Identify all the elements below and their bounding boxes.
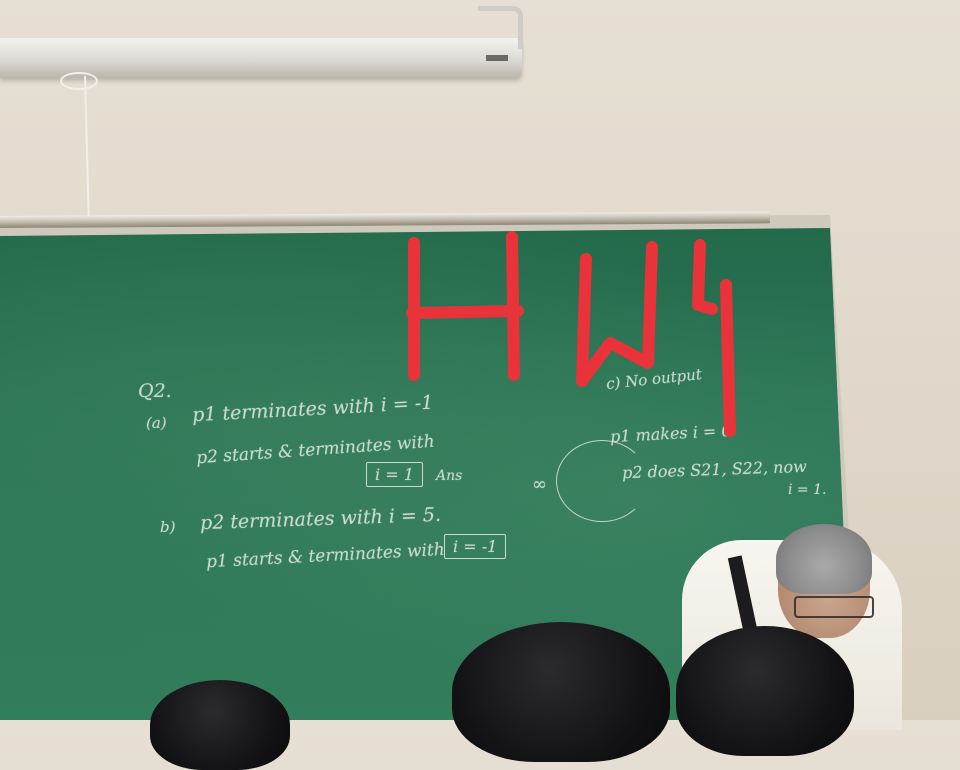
classroom-photo: Q2. (a) p1 terminates with i = -1 p2 sta… [0, 0, 960, 770]
part-a-ans-label: Ans [436, 468, 463, 484]
student-head-center [452, 622, 670, 762]
student-head-left [150, 680, 290, 770]
teacher-hair [776, 524, 872, 594]
part-b-label: b) [160, 518, 176, 536]
hw4-annotation [406, 231, 736, 437]
part-c-line-4: i = 1. [788, 482, 827, 498]
hw4-4-right-stroke [720, 279, 736, 437]
infinity-symbol: ∞ [532, 474, 547, 495]
projector-bracket [478, 6, 523, 49]
hw4-h-crossbar [406, 305, 524, 319]
hw4-w-stroke [576, 241, 658, 387]
part-a-label: (a) [146, 414, 167, 432]
hw4-4-left-stroke [692, 239, 718, 315]
hw4-h-right-stroke [506, 231, 520, 381]
projector-brand-plate [486, 55, 508, 61]
pull-cord-ring [60, 72, 98, 90]
loop-arrow-arc [556, 440, 648, 522]
part-a-answer-box: i = 1 [366, 462, 423, 487]
part-b-answer-box: i = -1 [444, 534, 507, 559]
teacher-glasses [794, 596, 874, 618]
question-label: Q2. [138, 380, 172, 402]
student-head-right [676, 626, 854, 756]
